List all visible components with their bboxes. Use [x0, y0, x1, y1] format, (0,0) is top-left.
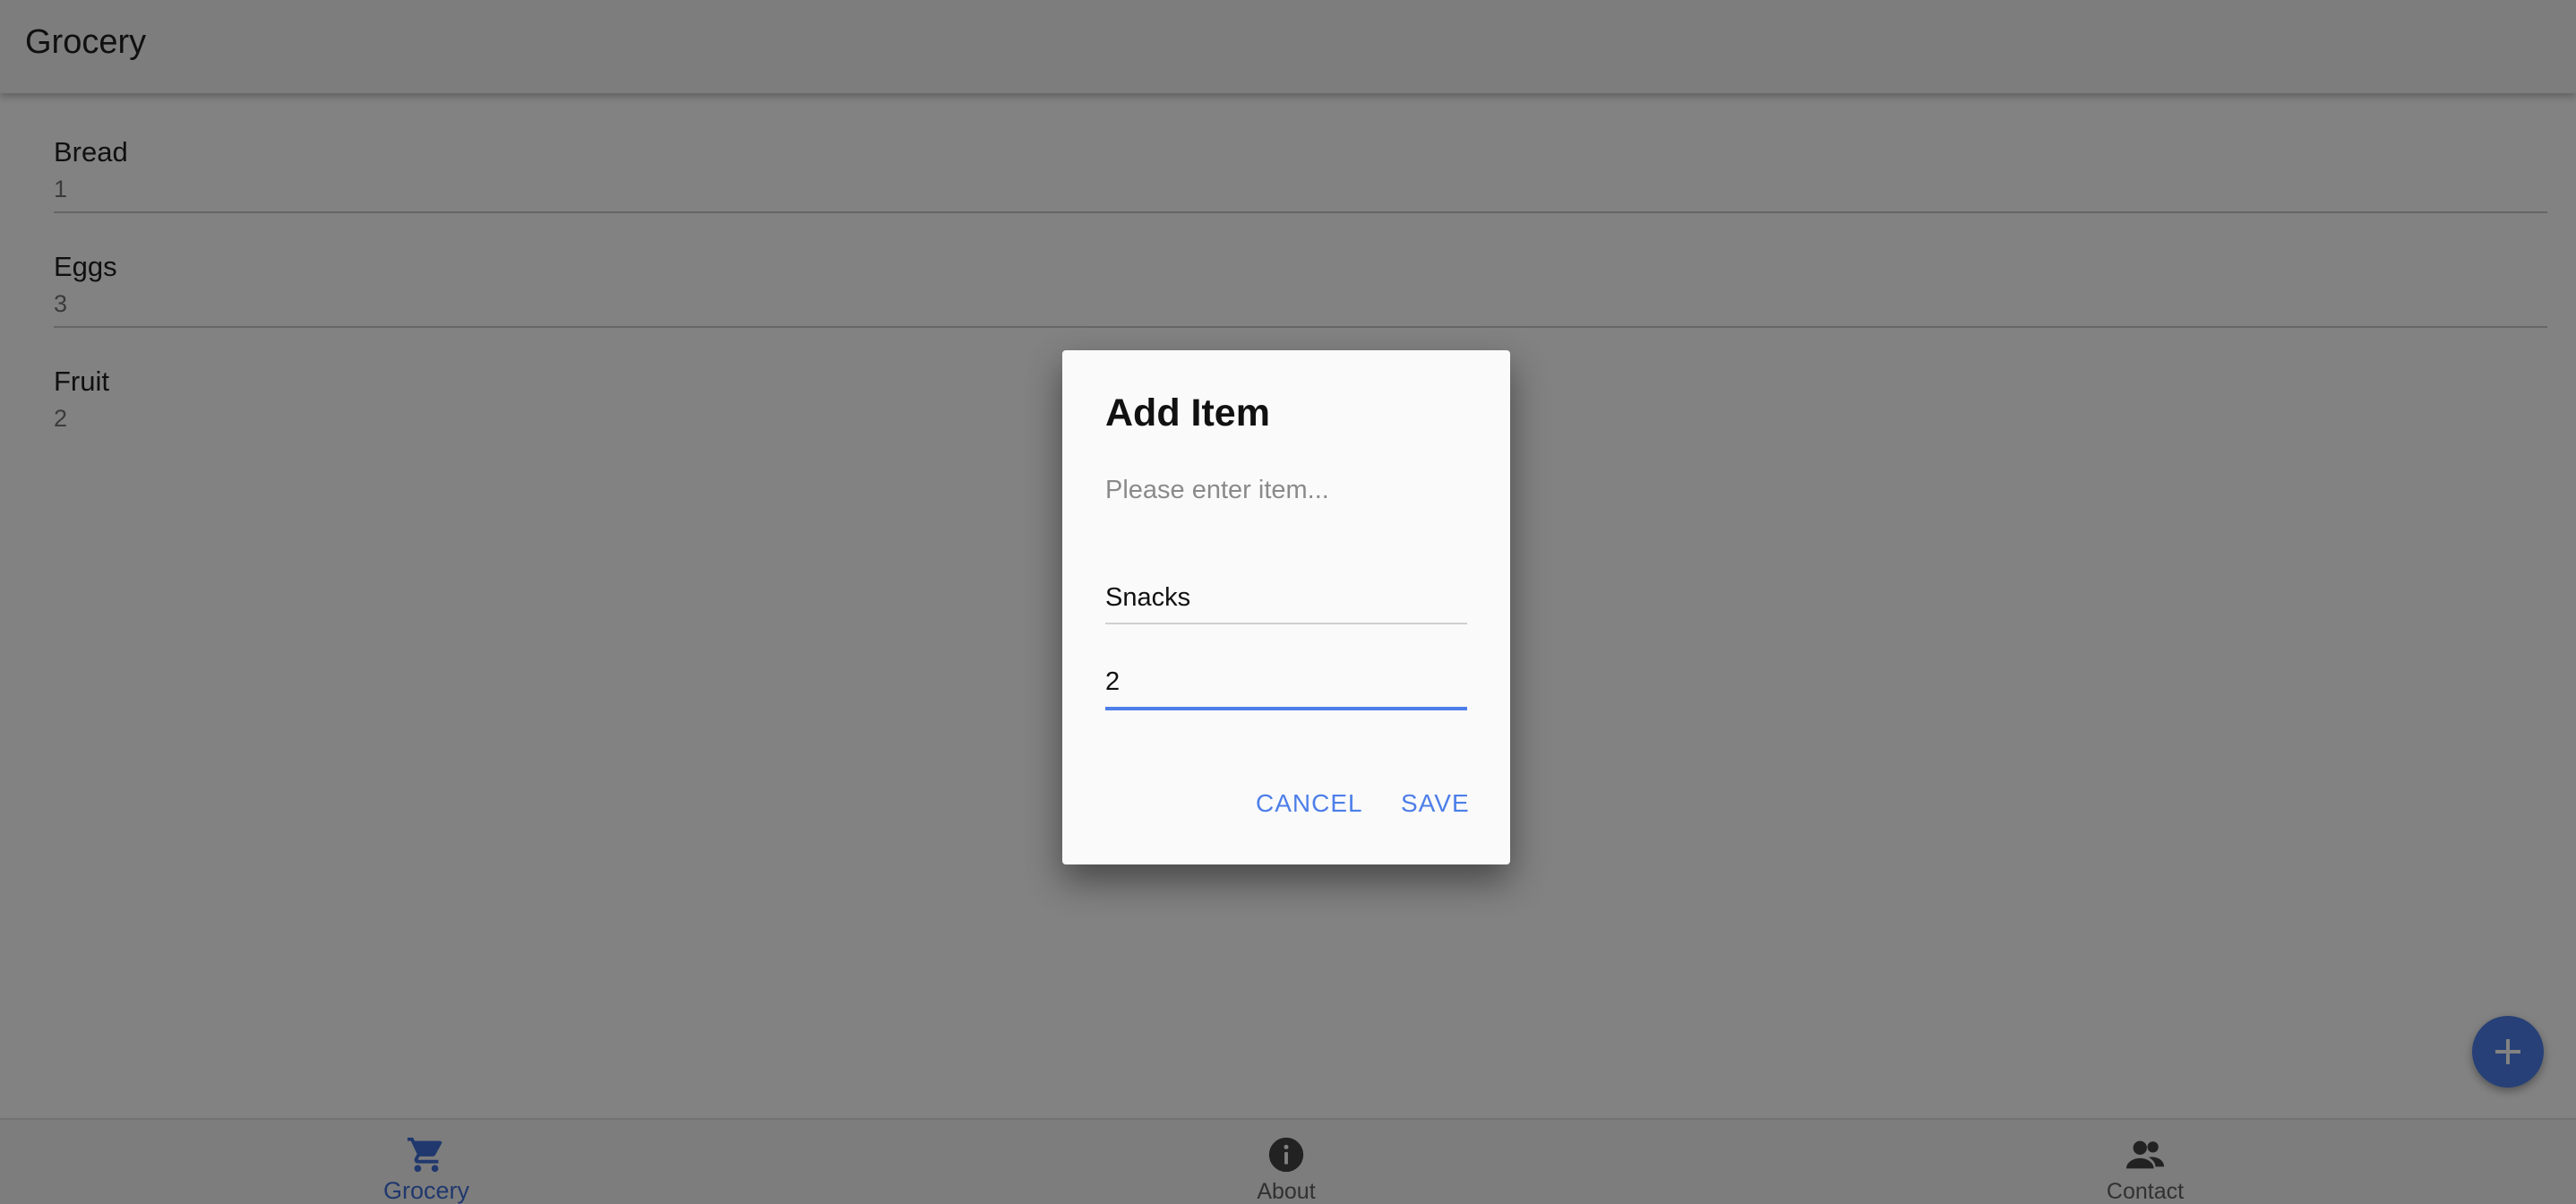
item-name-input[interactable] — [1105, 572, 1467, 624]
cancel-button[interactable]: CANCEL — [1256, 789, 1363, 818]
dialog-message: Please enter item... — [1105, 476, 1329, 504]
app-root: Grocery Bread 1 Eggs 3 Fruit 2 Grocery A… — [0, 0, 2576, 1204]
save-button[interactable]: SAVE — [1401, 789, 1470, 818]
add-item-dialog: Add Item Please enter item... CANCEL SAV… — [1062, 350, 1510, 864]
item-quantity-input[interactable] — [1105, 657, 1467, 710]
dialog-title: Add Item — [1105, 391, 1270, 434]
